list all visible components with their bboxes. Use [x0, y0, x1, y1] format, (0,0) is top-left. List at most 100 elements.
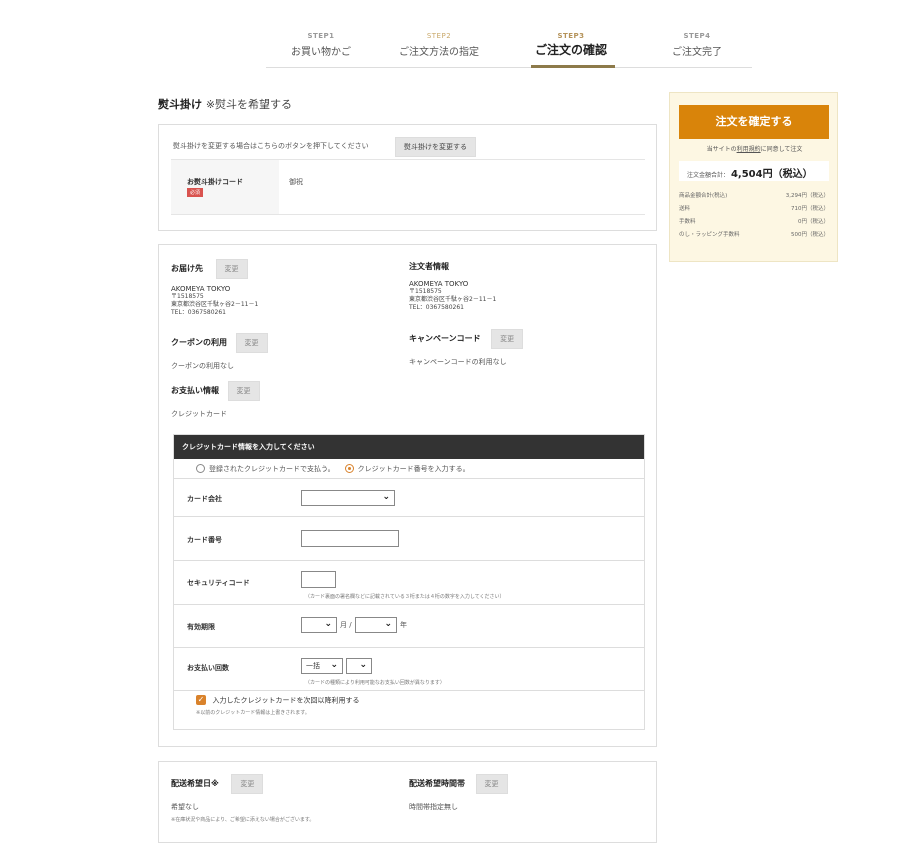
delivery-postal: 〒1518575 [171, 293, 204, 300]
step-name: ご注文の確認 [534, 43, 607, 57]
campaign-block: キャンペーンコード 変更 キャンペーンコードの利用なし [409, 329, 524, 367]
save-card-checkbox[interactable]: ✓ [196, 695, 206, 705]
radio-new-card[interactable] [344, 464, 354, 473]
delivery-tel: TEL：0367580261 [171, 308, 226, 316]
payment-title: お支払い情報 [171, 386, 219, 395]
payment-value: クレジットカード [171, 410, 227, 418]
step-cart: STEP1 お買い物かご [266, 32, 376, 58]
delivery-date-block: 配送希望日※ 変更 希望なし ※在庫状況や商品により、ご希望に添えない場合がござ… [171, 774, 314, 823]
delivery-time-block: 配送希望時間帯 変更 時間帯指定無し [409, 774, 508, 812]
shipping-box: 配送希望日※ 変更 希望なし ※在庫状況や商品により、ご希望に添えない場合がござ… [158, 761, 657, 843]
delivery-date-change-button[interactable]: 変更 [231, 774, 264, 794]
summary-row-subtotal: 商品金額合計(税込) 3,294円（税込） [679, 191, 829, 199]
expiry-year-select[interactable]: ⌄ [355, 617, 397, 633]
installment-count-select[interactable]: ⌄ [346, 658, 372, 674]
delivery-time-change-button[interactable]: 変更 [475, 774, 508, 794]
agree-terms-text: 当サイトの利用規約に同意して注文 [670, 144, 839, 153]
security-code-row: セキュリティコード （カード裏面の署名欄などに記載されている３桁または４桁の数字… [174, 561, 644, 605]
summary-row-value: 710円（税込） [791, 206, 829, 212]
summary-row-label: のし・ラッピング手数料 [679, 232, 740, 238]
campaign-title: キャンペーンコード [409, 334, 481, 343]
payment-change-button[interactable]: 変更 [227, 381, 260, 401]
installment-hint: （カードの種類により利用可能なお支払い回数が異なります） [305, 680, 445, 686]
payment-block: お支払い情報 変更 クレジットカード [171, 381, 260, 419]
step-number: STEP4 [683, 32, 711, 40]
delivery-change-button[interactable]: 変更 [215, 259, 248, 279]
save-card-label[interactable]: 入力したクレジットカードを次回以降利用する [213, 697, 360, 705]
delivery-address: 東京都渋谷区千駄ヶ谷2－11－1 [171, 300, 259, 308]
installment-row: お支払い回数 一括 ⌄ ⌄ （カードの種類により利用可能なお支払い回数が異なりま… [174, 648, 644, 691]
summary-row-value: 3,294円（税込） [785, 193, 829, 199]
noshi-code-label-cell: お熨斗掛けコード 必須 [171, 160, 279, 214]
radio-registered-card[interactable] [196, 464, 205, 473]
step-name: ご注文方法の指定 [399, 47, 479, 58]
card-number-label: カード番号 [187, 536, 222, 544]
noshi-title-note: ※熨斗を希望する [205, 98, 293, 111]
order-total-label: 注文金額合計： [687, 172, 730, 179]
step-number: STEP3 [557, 32, 585, 40]
noshi-code-row: お熨斗掛けコード 必須 御祝 [171, 159, 645, 215]
card-number-input[interactable] [301, 530, 399, 547]
orderer-block: 注文者情報 AKOMEYA TOKYO 〒1518575 東京都渋谷区千駄ヶ谷2… [409, 261, 496, 311]
campaign-change-button[interactable]: 変更 [491, 329, 524, 349]
order-total: 注文金額合計： 4,504円（税込） [679, 161, 829, 181]
orderer-address: 東京都渋谷区千駄ヶ谷2－11－1 [409, 295, 497, 303]
required-badge: 必須 [187, 188, 204, 197]
security-code-label: セキュリティコード [187, 579, 250, 587]
card-number-row: カード番号 [174, 517, 644, 561]
installment-select[interactable]: 一括 ⌄ [301, 658, 343, 674]
orderer-tel: TEL：0367580261 [409, 303, 464, 311]
card-company-label: カード会社 [187, 495, 222, 503]
coupon-title: クーポンの利用 [171, 338, 227, 347]
noshi-code-value: 御祝 [289, 178, 303, 186]
expiry-label: 有効期限 [187, 623, 215, 631]
expiry-month-select[interactable]: ⌄ [301, 617, 337, 633]
card-choice-radios: 登録されたクレジットカードで支払う。 クレジットカード番号を入力する。 [174, 459, 644, 479]
checkout-steps: STEP1 お買い物かご STEP2 ご注文方法の指定 STEP3 ご注文の確認… [266, 32, 752, 68]
summary-row-value: 500円（税込） [791, 232, 829, 238]
orderer-title: 注文者情報 [409, 262, 449, 271]
radio-new-label[interactable]: クレジットカード番号を入力する。 [358, 464, 470, 474]
coupon-change-button[interactable]: 変更 [235, 333, 268, 353]
chevron-down-icon: ⌄ [382, 492, 390, 502]
expiry-row: 有効期限 ⌄ 月 / ⌄ 年 [174, 605, 644, 648]
orderer-name: AKOMEYA TOKYO [409, 280, 469, 288]
delivery-date-value: 希望なし [171, 803, 199, 811]
step-order-method: STEP2 ご注文方法の指定 [384, 32, 494, 58]
step-confirm: STEP3 ご注文の確認 [516, 32, 626, 58]
save-card-note: ※以前のクレジットカード情報は上書きされます。 [196, 709, 310, 716]
coupon-block: クーポンの利用 変更 クーポンの利用なし [171, 333, 268, 371]
radio-registered-label[interactable]: 登録されたクレジットカードで支払う。 [209, 464, 335, 474]
agree-prefix: 当サイトの [706, 146, 737, 153]
summary-row-fee: 手数料 0円（税込） [679, 217, 829, 225]
installment-label: お支払い回数 [187, 664, 229, 672]
step-number: STEP1 [307, 32, 335, 40]
credit-card-form: クレジットカード情報を入力してください 登録されたクレジットカードで支払う。 ク… [173, 434, 645, 730]
credit-card-header: クレジットカード情報を入力してください [174, 435, 644, 459]
confirm-order-button[interactable]: 注文を確定する [679, 105, 829, 139]
coupon-value: クーポンの利用なし [171, 362, 234, 370]
expiry-year-unit: 年 [400, 621, 407, 629]
noshi-change-button[interactable]: 熨斗掛けを変更する [395, 137, 476, 157]
delivery-date-note: ※在庫状況や商品により、ご希望に添えない場合がございます。 [171, 817, 315, 823]
order-summary-panel: 注文を確定する 当サイトの利用規約に同意して注文 注文金額合計： 4,504円（… [669, 92, 838, 262]
summary-row-label: 送料 [679, 206, 691, 212]
delivery-name: AKOMEYA TOKYO [171, 285, 231, 293]
noshi-section-title: 熨斗掛け ※熨斗を希望する [158, 96, 292, 112]
expiry-month-unit: 月 / [340, 621, 352, 629]
chevron-down-icon: ⌄ [330, 660, 338, 670]
security-code-input[interactable] [301, 571, 336, 588]
card-company-row: カード会社 ⌄ [174, 479, 644, 517]
step-number: STEP2 [426, 32, 452, 40]
summary-row-label: 手数料 [679, 219, 696, 225]
terms-link[interactable]: 利用規約 [737, 146, 761, 153]
step-name: ご注文完了 [672, 47, 722, 58]
orderer-postal: 〒1518575 [409, 288, 442, 295]
delivery-time-title: 配送希望時間帯 [409, 779, 465, 788]
chevron-down-icon: ⌄ [359, 660, 367, 670]
chevron-down-icon: ⌄ [384, 619, 392, 629]
chevron-down-icon: ⌄ [324, 619, 332, 629]
summary-row-shipping: 送料 710円（税込） [679, 204, 829, 212]
card-company-select[interactable]: ⌄ [301, 490, 395, 506]
noshi-box: 熨斗掛けを変更する場合はこちらのボタンを押下してください 熨斗掛けを変更する お… [158, 124, 657, 231]
